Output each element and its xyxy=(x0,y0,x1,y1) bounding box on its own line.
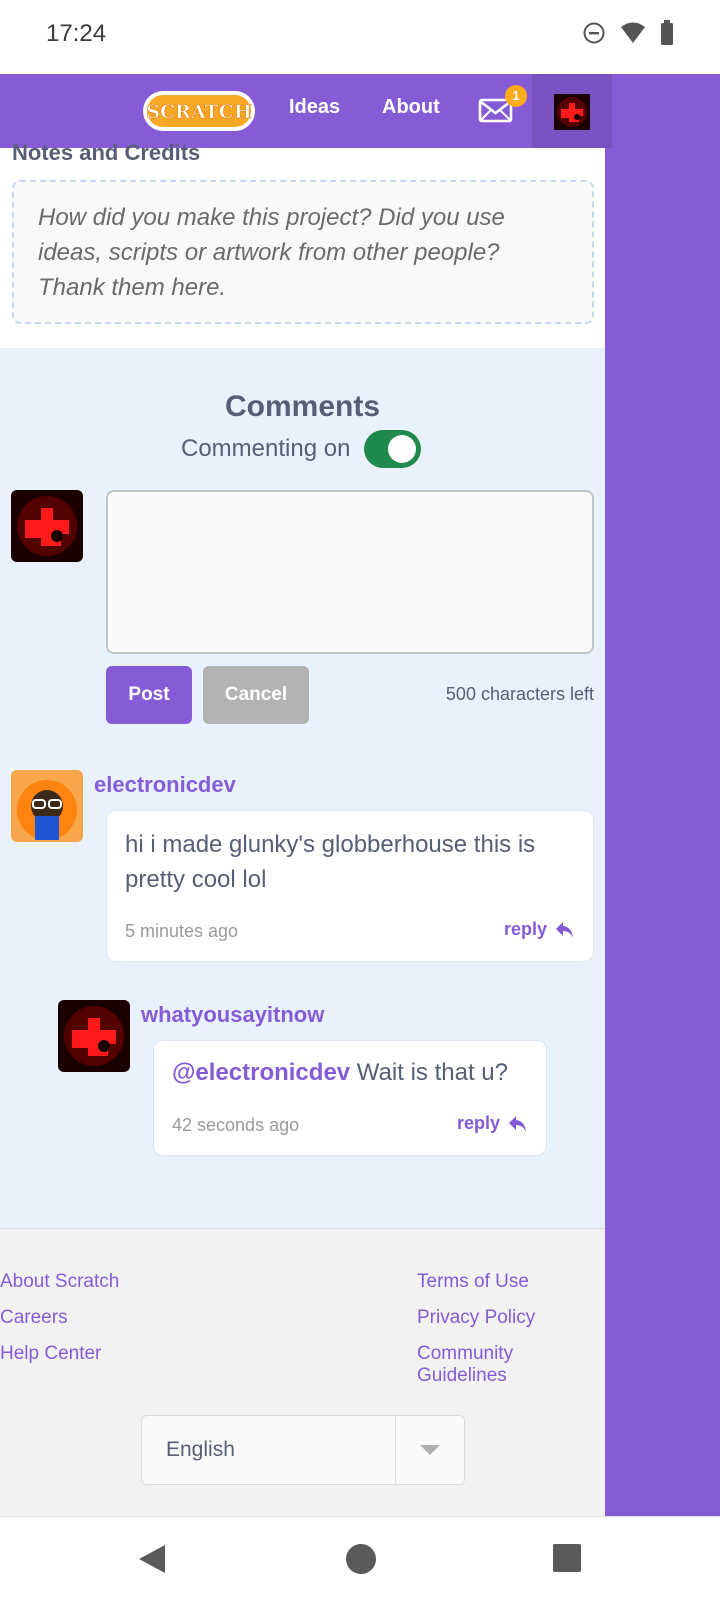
comment-username[interactable]: electronicdev xyxy=(94,772,236,798)
post-button[interactable]: Post xyxy=(106,666,192,724)
footer-link-about-scratch[interactable]: About Scratch xyxy=(0,1271,119,1293)
purple-background-edge xyxy=(605,74,720,1516)
select-divider xyxy=(395,1416,396,1484)
notes-field[interactable]: How did you make this project? Did you u… xyxy=(12,180,594,324)
chevron-down-icon xyxy=(420,1445,440,1455)
comment-body: Wait is that u? xyxy=(350,1059,508,1086)
nav-about-link[interactable]: About xyxy=(382,96,440,119)
page: SCRATCH Ideas About 1 Notes and Credits xyxy=(0,74,720,1516)
status-time: 17:24 xyxy=(46,20,107,47)
wifi-icon xyxy=(621,22,645,43)
reply-button[interactable]: reply xyxy=(504,919,575,940)
battery-icon xyxy=(661,20,673,45)
commenting-toggle[interactable] xyxy=(364,430,422,468)
comment-username[interactable]: whatyousayitnow xyxy=(141,1002,324,1028)
characters-left: 500 characters left xyxy=(445,684,594,704)
comment-bubble: hi i made glunky's globberhouse this is … xyxy=(106,810,594,962)
scratch-logo[interactable]: SCRATCH xyxy=(142,88,256,134)
back-icon[interactable] xyxy=(137,1543,167,1575)
comment-mention[interactable]: @electronicdev xyxy=(172,1059,350,1086)
status-bar: 17:24 xyxy=(0,0,720,74)
avatar xyxy=(11,490,83,562)
home-icon[interactable] xyxy=(345,1543,377,1575)
commenter-avatar[interactable] xyxy=(11,770,83,842)
comment-time: 42 seconds ago xyxy=(172,1115,300,1135)
reply-label: reply xyxy=(456,1113,500,1133)
language-select[interactable]: English xyxy=(141,1415,465,1485)
svg-text:SCRATCH: SCRATCH xyxy=(146,101,252,123)
language-value: English xyxy=(166,1438,235,1461)
navbar: SCRATCH Ideas About 1 xyxy=(0,74,720,148)
commenting-toggle-row: Commenting on xyxy=(181,430,422,468)
notes-title: Notes and Credits xyxy=(12,140,201,165)
notes-placeholder: How did you make this project? Did you u… xyxy=(38,204,505,301)
reply-button[interactable]: reply xyxy=(457,1113,528,1134)
system-navigation-bar xyxy=(0,1516,720,1600)
toggle-knob xyxy=(388,435,417,463)
comments-title: Comments xyxy=(224,390,381,423)
comments-section: Comments Commenting on Post Cancel 500 c… xyxy=(0,348,605,1228)
reply-label: reply xyxy=(503,919,547,939)
footer-link-privacy[interactable]: Privacy Policy xyxy=(417,1307,535,1329)
footer-link-community-guidelines[interactable]: Community Guidelines xyxy=(417,1343,605,1387)
footer-link-terms[interactable]: Terms of Use xyxy=(417,1271,529,1293)
avatar[interactable] xyxy=(554,94,590,130)
comment-bubble: @electronicdev Wait is that u? 42 second… xyxy=(153,1040,547,1156)
dnd-icon xyxy=(583,22,605,44)
comment-input[interactable] xyxy=(106,490,594,654)
commenter-avatar[interactable] xyxy=(58,1000,130,1072)
commenting-label: Commenting on xyxy=(181,435,351,462)
comment-time: 5 minutes ago xyxy=(125,921,239,941)
cancel-button[interactable]: Cancel xyxy=(203,666,309,724)
recents-icon[interactable] xyxy=(553,1544,581,1572)
comment-text: hi i made glunky's globberhouse this is … xyxy=(125,831,536,893)
footer-link-careers[interactable]: Careers xyxy=(0,1307,68,1329)
reply-icon xyxy=(509,1115,526,1132)
status-icons xyxy=(582,20,674,46)
message-count-badge: 1 xyxy=(505,85,527,107)
footer-link-help-center[interactable]: Help Center xyxy=(0,1343,101,1365)
comment-text: @electronicdev Wait is that u? xyxy=(172,1055,532,1090)
reply-icon xyxy=(556,921,573,938)
footer: About Scratch Careers Help Center Terms … xyxy=(0,1228,605,1516)
nav-ideas-link[interactable]: Ideas xyxy=(289,96,340,119)
